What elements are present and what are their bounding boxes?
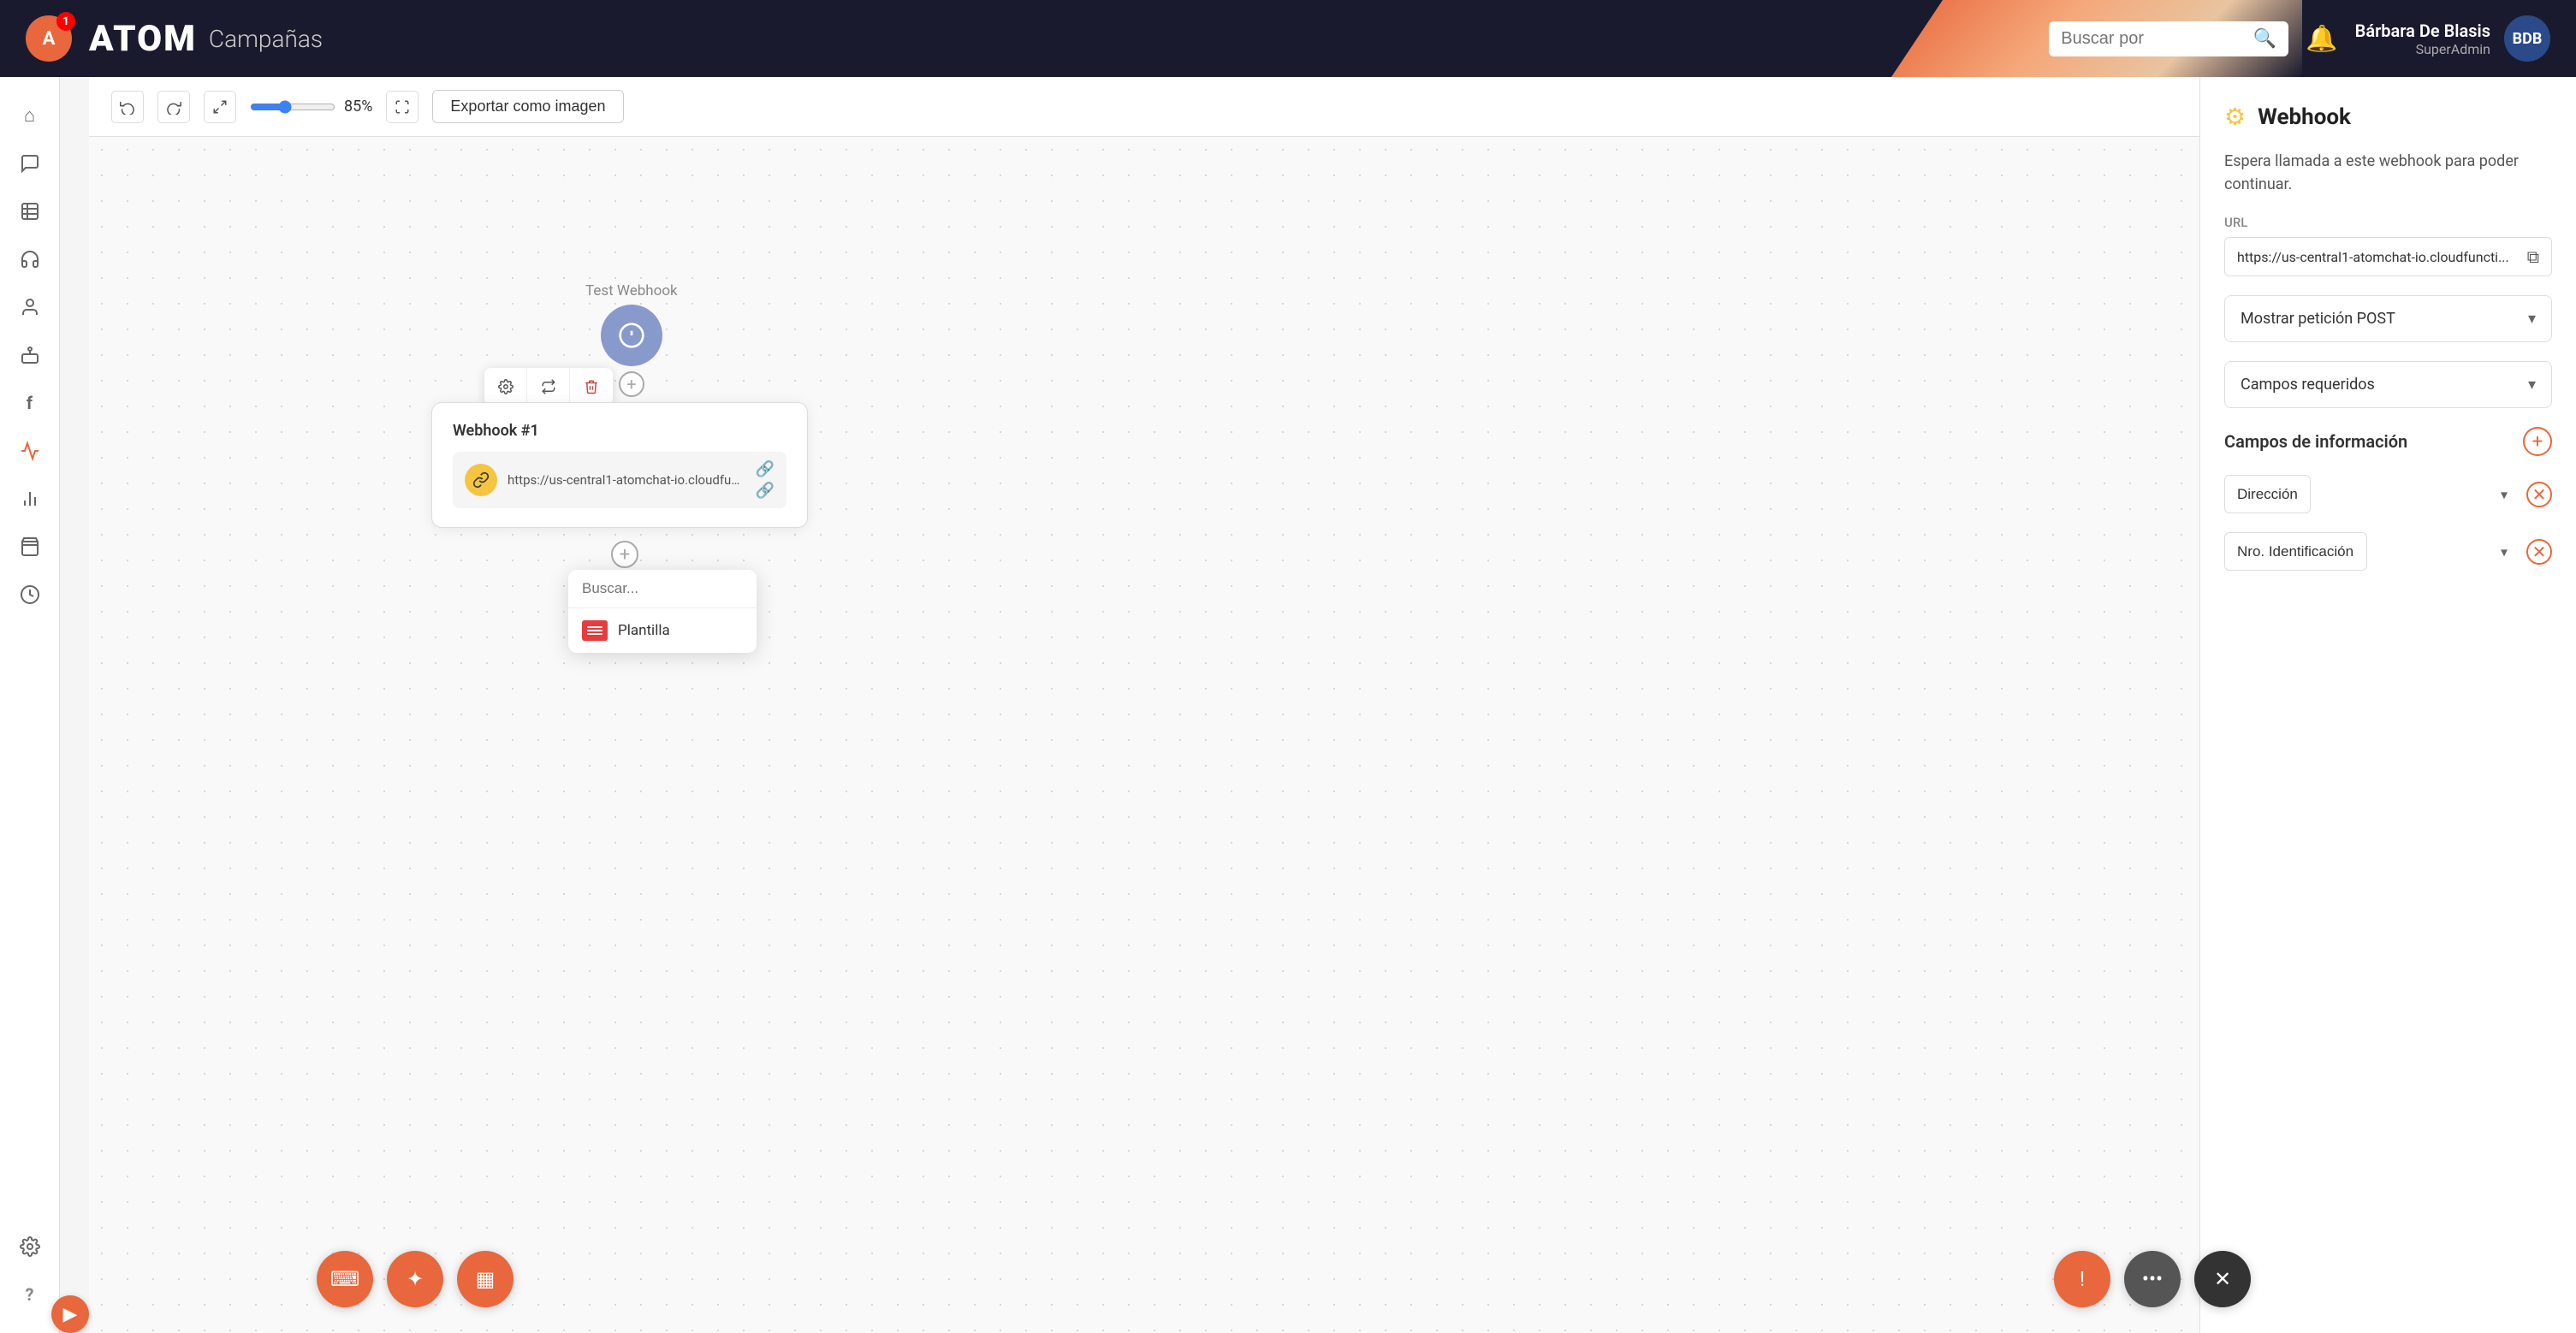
trigger-circle[interactable] <box>601 305 662 366</box>
grid-button[interactable]: ▦ <box>457 1251 513 1307</box>
expand-button[interactable] <box>204 91 236 123</box>
sidebar-item-facebook[interactable]: f <box>9 382 51 424</box>
sidebar-item-chart[interactable] <box>9 477 51 520</box>
sidebar-item-table[interactable] <box>9 190 51 233</box>
field-row-1: Dirección ✕ <box>2224 475 2552 513</box>
field-select-2[interactable]: Nro. Identificación <box>2224 532 2367 571</box>
zoom-control: 85% <box>250 98 372 116</box>
field-row-2: Nro. Identificación ✕ <box>2224 532 2552 571</box>
remove-field-1-button[interactable]: ✕ <box>2526 482 2552 507</box>
sidebar-item-settings[interactable] <box>9 1225 51 1268</box>
search-input[interactable] <box>2061 29 2245 49</box>
panel-header: ⚙ Webhook <box>2224 103 2552 131</box>
panel-title: Webhook <box>2258 104 2351 130</box>
close-flow-button[interactable]: ✕ <box>2194 1251 2251 1307</box>
panel-url-section: URL https://us-central1-atomchat-io.clou… <box>2224 215 2552 276</box>
webhook-node-icon <box>465 464 497 496</box>
bottom-toolbar: ⌨ ✦ ▦ <box>317 1251 513 1307</box>
user-avatar[interactable]: BDB <box>2504 15 2550 62</box>
add-field-button[interactable]: + <box>2523 427 2552 456</box>
page-title: Campañas <box>209 25 323 53</box>
undo-button[interactable] <box>111 91 144 123</box>
post-request-accordion: Mostrar petición POST ▾ <box>2224 295 2552 342</box>
search-icon: 🔍 <box>2253 28 2276 50</box>
webhook-link-icon-1[interactable]: 🔗 <box>756 460 775 478</box>
zoom-slider[interactable] <box>250 100 335 114</box>
sidebar-item-user[interactable] <box>9 286 51 329</box>
sidebar: ⌂ f ? <box>0 77 60 1333</box>
sidebar-item-clock[interactable] <box>9 573 51 616</box>
sidebar-item-bot[interactable] <box>9 334 51 376</box>
canvas-toolbar: 85% Exportar como imagen <box>89 77 2199 137</box>
url-label: URL <box>2224 215 2552 230</box>
node-action-toolbar <box>484 368 613 406</box>
fullscreen-button[interactable] <box>386 91 418 123</box>
app-avatar[interactable]: A 1 <box>26 15 72 62</box>
dropdown-search-input[interactable] <box>582 580 743 597</box>
post-request-chevron-icon: ▾ <box>2528 310 2536 328</box>
trigger-add-button[interactable]: + <box>619 371 644 397</box>
zoom-label: 85% <box>344 98 372 116</box>
notification-bell-icon[interactable]: 🔔 <box>2306 24 2337 54</box>
node-redirect-button[interactable] <box>527 368 570 406</box>
field-select-1[interactable]: Dirección <box>2224 475 2311 513</box>
node-delete-button[interactable] <box>570 368 613 406</box>
search-box[interactable]: 🔍 <box>2049 21 2288 56</box>
main-content: 85% Exportar como imagen Test Webhook + … <box>89 77 2199 1333</box>
user-profile: Bárbara De Blasis SuperAdmin BDB <box>2355 15 2550 62</box>
webhook-node-title: Webhook #1 <box>453 422 786 440</box>
user-role: SuperAdmin <box>2355 41 2490 57</box>
template-icon <box>582 620 608 641</box>
webhook-link-icon-2[interactable]: 🔗 <box>756 482 775 500</box>
info-fields-label: Campos de información <box>2224 431 2407 452</box>
right-panel: ⚙ Webhook Espera llamada a este webhook … <box>2199 77 2576 1333</box>
topnav: A 1 ATOM Campañas 🔍 🔔 Bárbara De Blasis … <box>0 0 2576 77</box>
required-fields-toggle[interactable]: Campos requeridos ▾ <box>2225 362 2551 407</box>
webhook-url-text: https://us-central1-atomchat-io.cloudfun… <box>507 472 745 488</box>
post-request-toggle[interactable]: Mostrar petición POST ▾ <box>2225 296 2551 341</box>
dropdown-item-label: Plantilla <box>618 622 670 639</box>
url-value: https://us-central1-atomchat-io.cloudfun… <box>2237 249 2519 265</box>
redo-button[interactable] <box>157 91 190 123</box>
required-fields-accordion: Campos requeridos ▾ <box>2224 361 2552 408</box>
more-options-button[interactable]: ••• <box>2124 1251 2181 1307</box>
canvas-area[interactable]: Test Webhook + Inicio #1 <box>89 137 2199 1333</box>
sidebar-item-help[interactable]: ? <box>9 1273 51 1316</box>
sidebar-item-campaign[interactable] <box>9 430 51 472</box>
notification-badge: 1 <box>56 12 75 31</box>
dropdown-item-template[interactable]: Plantilla <box>568 608 757 653</box>
panel-description: Espera llamada a este webhook para poder… <box>2224 150 2552 196</box>
bottom-toolbar-right: ! ••• ✕ <box>2054 1251 2251 1307</box>
node-settings-button[interactable] <box>484 368 527 406</box>
topnav-logo: ATOM Campañas <box>89 18 2032 60</box>
trigger-label: Test Webhook <box>585 282 678 299</box>
logo-text: ATOM <box>89 18 197 60</box>
url-box: https://us-central1-atomchat-io.cloudfun… <box>2224 237 2552 276</box>
magic-button[interactable]: ✦ <box>387 1251 443 1307</box>
sidebar-item-headset[interactable] <box>9 238 51 281</box>
keyboard-button[interactable]: ⌨ <box>317 1251 373 1307</box>
info-fields-header: Campos de información + <box>2224 427 2552 456</box>
webhook-panel-icon: ⚙ <box>2224 103 2246 131</box>
user-name: Bárbara De Blasis <box>2355 21 2490 41</box>
export-button[interactable]: Exportar como imagen <box>432 90 623 123</box>
warning-button[interactable]: ! <box>2054 1251 2110 1307</box>
remove-field-2-button[interactable]: ✕ <box>2526 539 2552 565</box>
node-add-button[interactable]: + <box>611 541 638 568</box>
main-layout: ⌂ f ? <box>0 77 2576 1333</box>
field-select-wrapper-2: Nro. Identificación <box>2224 532 2518 571</box>
field-select-wrapper-1: Dirección <box>2224 475 2518 513</box>
sidebar-toggle-button[interactable]: ▶ <box>51 1295 89 1333</box>
sidebar-item-chat[interactable] <box>9 142 51 185</box>
post-request-label: Mostrar petición POST <box>2241 310 2395 328</box>
sidebar-item-home[interactable]: ⌂ <box>9 94 51 137</box>
sidebar-item-inbox[interactable] <box>9 525 51 568</box>
webhook-node: Webhook #1 https://us-central1-atomchat-… <box>431 402 808 528</box>
node-type-dropdown: Plantilla <box>568 570 757 653</box>
required-fields-label: Campos requeridos <box>2241 376 2375 394</box>
copy-url-button[interactable]: ⧉ <box>2527 246 2539 267</box>
required-fields-chevron-icon: ▾ <box>2528 376 2536 394</box>
